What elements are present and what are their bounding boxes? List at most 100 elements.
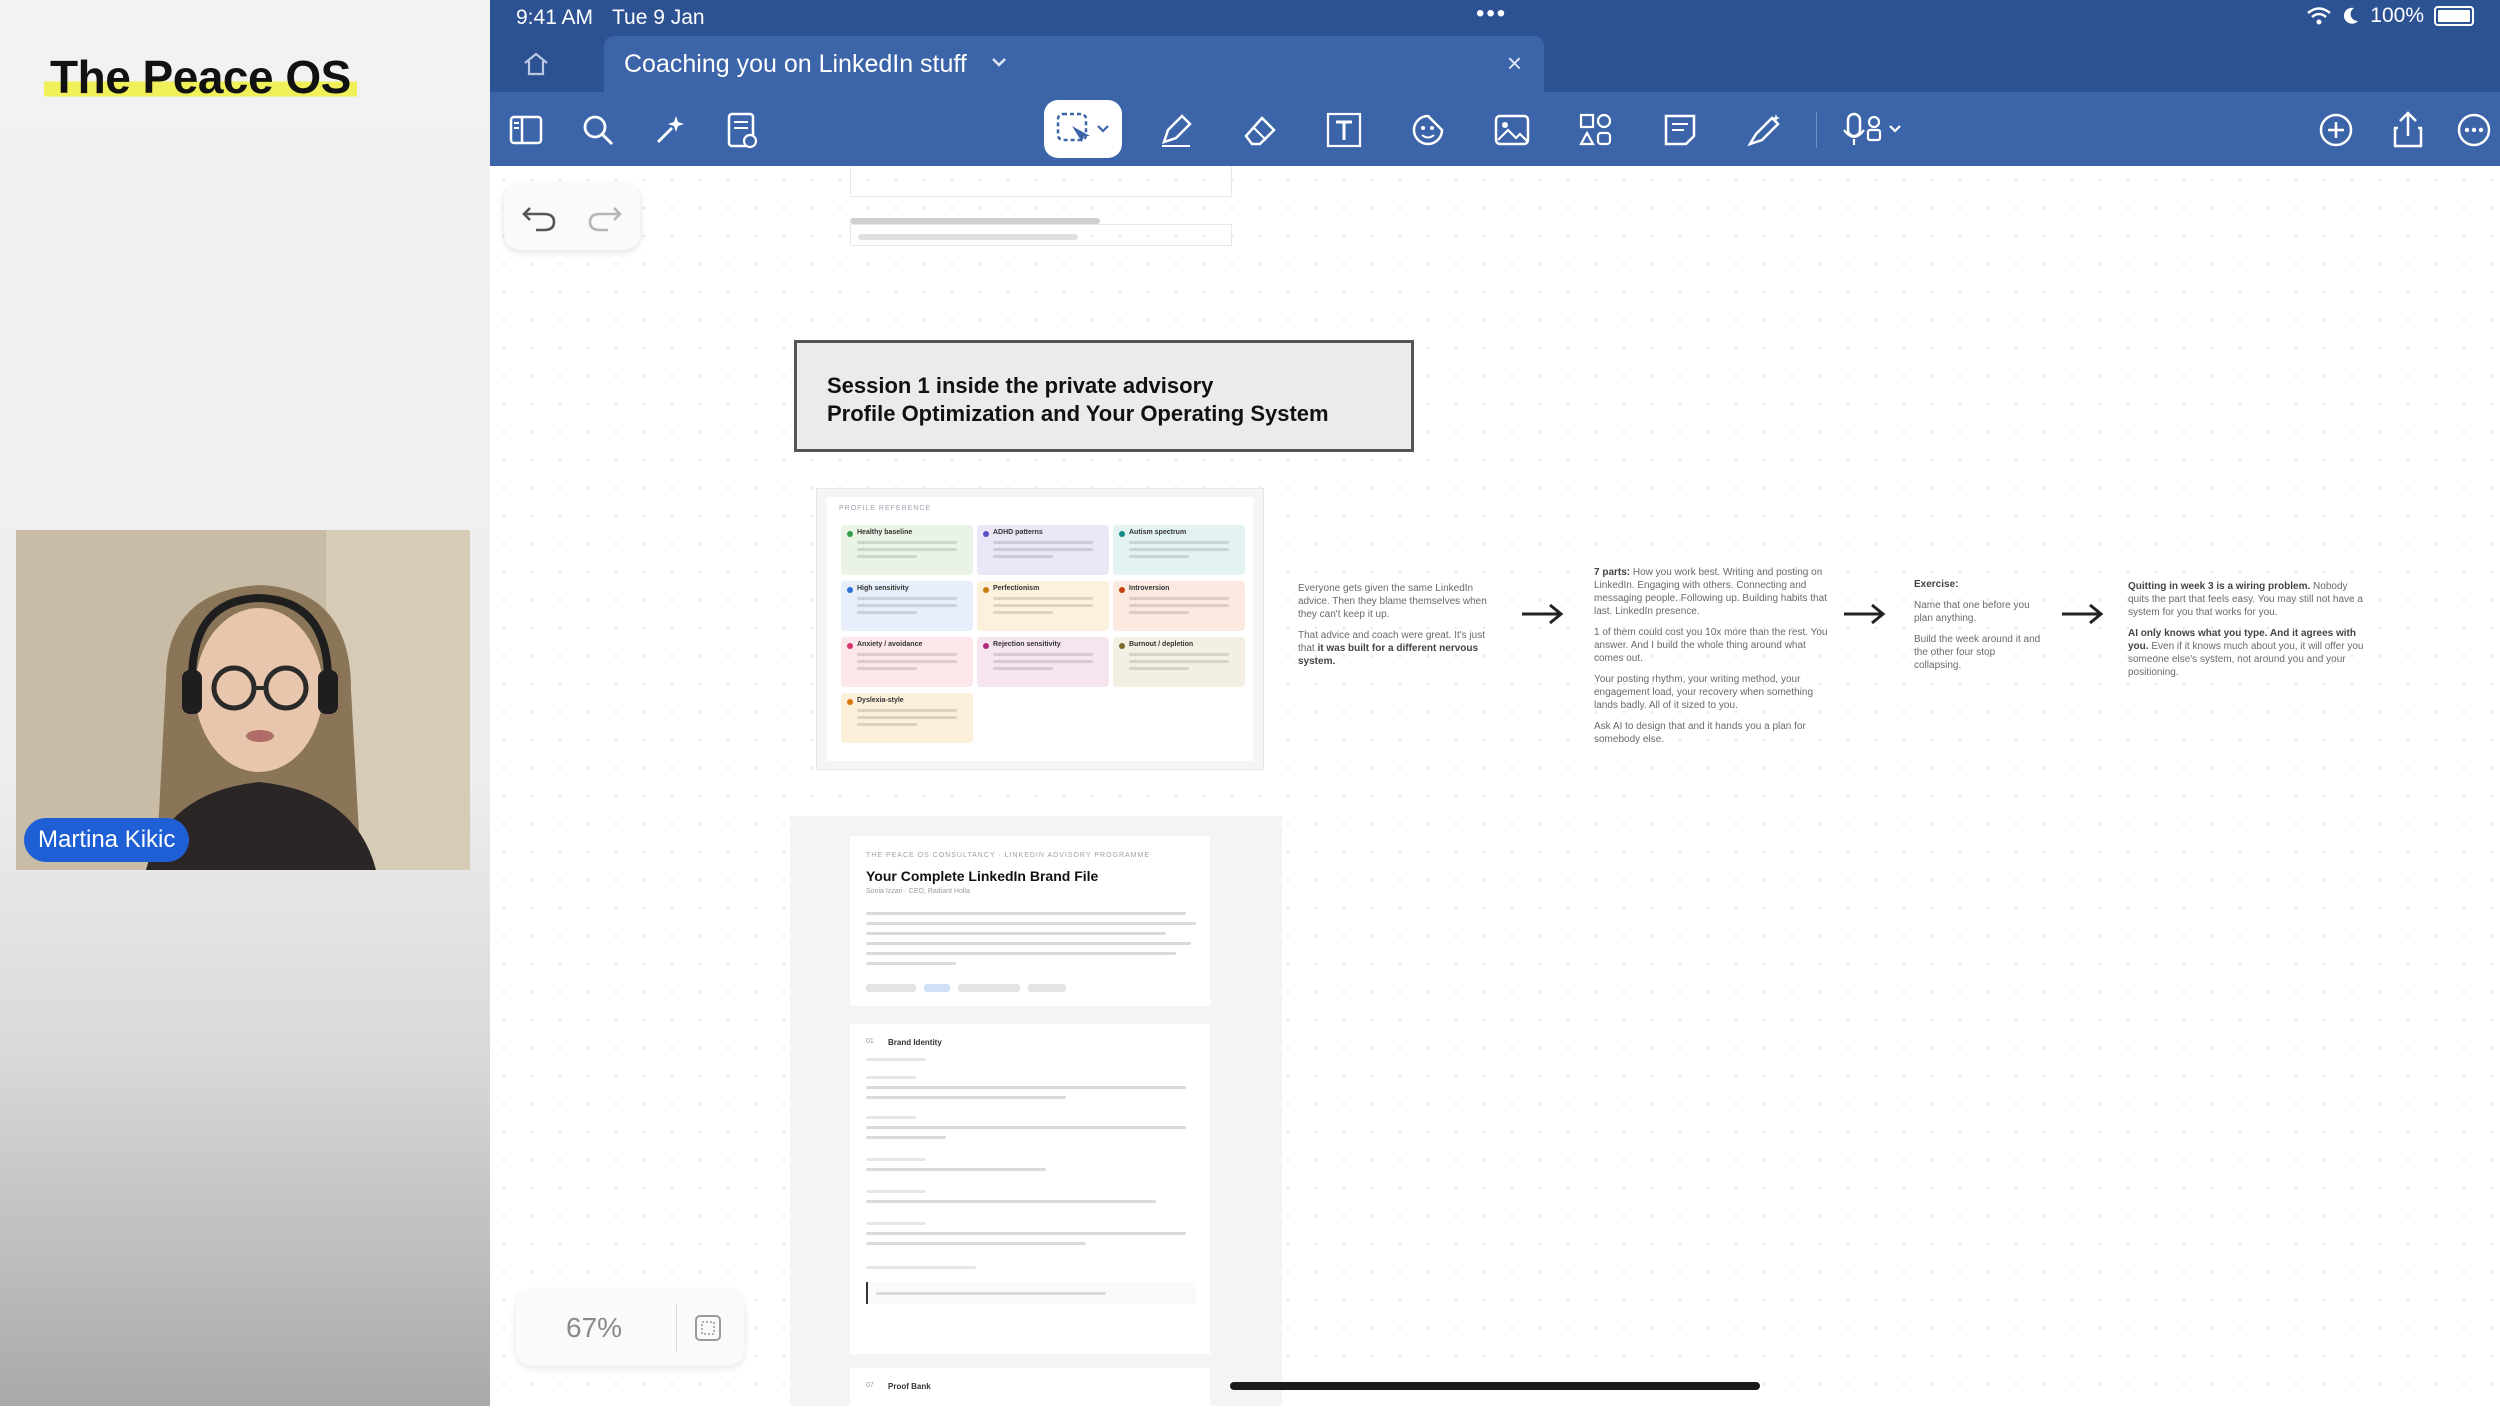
- brand-identity-section: 01 Brand Identity: [850, 1024, 1210, 1354]
- sparkle-icon[interactable]: [648, 108, 692, 152]
- profile-mini-card-title: Autism spectrum: [1129, 529, 1187, 536]
- flow-block-2-bold: 7 parts:: [1594, 567, 1631, 578]
- toolbar-divider: [1816, 112, 1817, 148]
- flow-block-2-p2: 1 of them could cost you 10x more than t…: [1594, 627, 1828, 664]
- flow-block-2-p3: Your posting rhythm, your writing method…: [1594, 674, 1814, 711]
- close-tab-icon[interactable]: ×: [1507, 48, 1522, 79]
- presenter-panel: The Peace OS Martina Kikic: [0, 0, 492, 1406]
- flow-block-1-text: Everyone gets given the same LinkedIn ad…: [1298, 583, 1487, 620]
- section-title: Brand Identity: [888, 1038, 942, 1047]
- undo-icon[interactable]: [518, 196, 560, 238]
- page-icon[interactable]: [720, 108, 764, 152]
- brand-file-document: THE PEACE OS CONSULTANCY · LINKEDIN ADVI…: [790, 816, 1282, 1408]
- shapes-icon[interactable]: [1574, 108, 1618, 152]
- flow-block-2: 7 parts: How you work best. Writing and …: [1594, 566, 1834, 746]
- proof-bank-section: 07 Proof Bank: [850, 1368, 1210, 1408]
- flow-block-3-p1: Name that one before you plan anything.: [1914, 600, 2030, 624]
- section-number: 01: [866, 1038, 874, 1045]
- brand-file-header: THE PEACE OS CONSULTANCY · LINKEDIN ADVI…: [850, 836, 1210, 1006]
- add-icon[interactable]: [2314, 108, 2358, 152]
- status-dot: [983, 531, 989, 537]
- status-dot: [983, 643, 989, 649]
- presenter-video: Martina Kikic: [16, 530, 470, 870]
- status-date: Tue 9 Jan: [612, 6, 705, 29]
- page-overview-icon[interactable]: [692, 1312, 724, 1344]
- note-canvas[interactable]: Session 1 inside the private advisory Pr…: [490, 166, 2500, 1408]
- flow-block-1-bold: it was built for a different nervous sys…: [1298, 643, 1479, 667]
- pen-icon[interactable]: [1154, 108, 1198, 152]
- section-number: 07: [866, 1382, 874, 1389]
- chevron-down-icon[interactable]: [988, 48, 1010, 76]
- flow-block-4-text-2: Even if it knows much about you, it will…: [2128, 641, 2364, 678]
- profile-mini-card-title: Dyslexia-style: [857, 697, 904, 704]
- zoom-level[interactable]: 67%: [566, 1312, 622, 1344]
- home-indicator[interactable]: [1230, 1382, 1760, 1390]
- document-tab-title[interactable]: Coaching you on LinkedIn stuff: [624, 50, 967, 79]
- profile-mini-card-title: Perfectionism: [993, 585, 1040, 592]
- brand-title: The Peace OS: [44, 50, 357, 104]
- flow-block-3-bold: Exercise:: [1914, 579, 1959, 590]
- lasso-tool-button[interactable]: [1044, 100, 1122, 158]
- session-heading-box: Session 1 inside the private advisory Pr…: [794, 340, 1414, 452]
- profile-mini-card: Introversion: [1113, 581, 1245, 631]
- profile-mini-card-title: Burnout / depletion: [1129, 641, 1194, 648]
- profile-reference-card: PROFILE REFERENCE Healthy baseline ADHD p…: [816, 488, 1264, 770]
- status-dot: [847, 699, 853, 705]
- notes-app-window: 9:41 AM Tue 9 Jan ••• 100% Coaching you …: [490, 0, 2500, 1408]
- undo-redo-group: [504, 184, 640, 250]
- multitasking-dots-icon[interactable]: •••: [1476, 0, 1507, 28]
- status-dot: [1119, 587, 1125, 593]
- status-time: 9:41 AM: [516, 6, 594, 29]
- sticker-icon[interactable]: [1406, 108, 1450, 152]
- status-dot: [847, 643, 853, 649]
- status-dot: [847, 531, 853, 537]
- previous-page-snippet: [850, 166, 1232, 246]
- section-title: Proof Bank: [888, 1382, 931, 1391]
- profile-mini-card-title: Rejection sensitivity: [993, 641, 1061, 648]
- sticky-note-icon[interactable]: [1658, 108, 1702, 152]
- image-icon[interactable]: [1490, 108, 1534, 152]
- sidebar-icon[interactable]: [504, 108, 548, 152]
- flow-block-3: Exercise: Name that one before you plan …: [1914, 578, 2044, 672]
- session-subtitle: Profile Optimization and Your Operating …: [827, 401, 1329, 426]
- profile-mini-card-title: ADHD patterns: [993, 529, 1043, 536]
- presenter-name-badge: Martina Kikic: [24, 818, 190, 862]
- status-dot: [1119, 643, 1125, 649]
- document-tab[interactable]: Coaching you on LinkedIn stuff ×: [604, 36, 1544, 92]
- arrow-right-icon: [1522, 603, 1564, 625]
- redo-icon[interactable]: [584, 196, 626, 238]
- brand-file-title: Your Complete LinkedIn Brand File: [866, 868, 1099, 884]
- share-icon[interactable]: [2386, 108, 2430, 152]
- flow-block-4: Quitting in week 3 is a wiring problem. …: [2128, 580, 2368, 679]
- status-dot: [983, 587, 989, 593]
- home-icon[interactable]: [520, 48, 552, 80]
- moon-icon: [2344, 7, 2359, 24]
- profile-mini-card: High sensitivity: [841, 581, 973, 631]
- eraser-icon[interactable]: [1238, 108, 1282, 152]
- search-icon[interactable]: [576, 108, 620, 152]
- arrow-right-icon: [2062, 603, 2104, 625]
- profile-mini-card: Anxiety / avoidance: [841, 637, 973, 687]
- profile-mini-card: Perfectionism: [977, 581, 1109, 631]
- more-icon[interactable]: [2452, 108, 2496, 152]
- profile-card-header: PROFILE REFERENCE: [839, 505, 932, 512]
- text-box-icon[interactable]: [1322, 108, 1366, 152]
- microphone-icon[interactable]: [1838, 108, 1918, 152]
- highlighter-icon[interactable]: [1742, 108, 1786, 152]
- wifi-icon: [2307, 7, 2332, 25]
- status-dot: [1119, 531, 1125, 537]
- lasso-icon: [1056, 112, 1109, 142]
- session-title: Session 1 inside the private advisory: [827, 373, 1214, 398]
- toolbar: [490, 92, 2500, 166]
- profile-mini-card: Dyslexia-style: [841, 693, 973, 743]
- status-dot: [847, 587, 853, 593]
- battery-percent: 100%: [2370, 4, 2424, 27]
- zoom-control[interactable]: 67%: [516, 1290, 744, 1366]
- brand-file-kicker: THE PEACE OS CONSULTANCY · LINKEDIN ADVI…: [866, 852, 1151, 859]
- profile-mini-card: Autism spectrum: [1113, 525, 1245, 575]
- tab-row: Coaching you on LinkedIn stuff ×: [490, 36, 2500, 92]
- brand-file-subtitle: Sonia Izzari · CEO, Radiant Holla: [866, 888, 970, 895]
- flow-block-3-p2: Build the week around it and the other f…: [1914, 634, 2041, 671]
- profile-mini-card: Burnout / depletion: [1113, 637, 1245, 687]
- profile-mini-card-title: Introversion: [1129, 585, 1170, 592]
